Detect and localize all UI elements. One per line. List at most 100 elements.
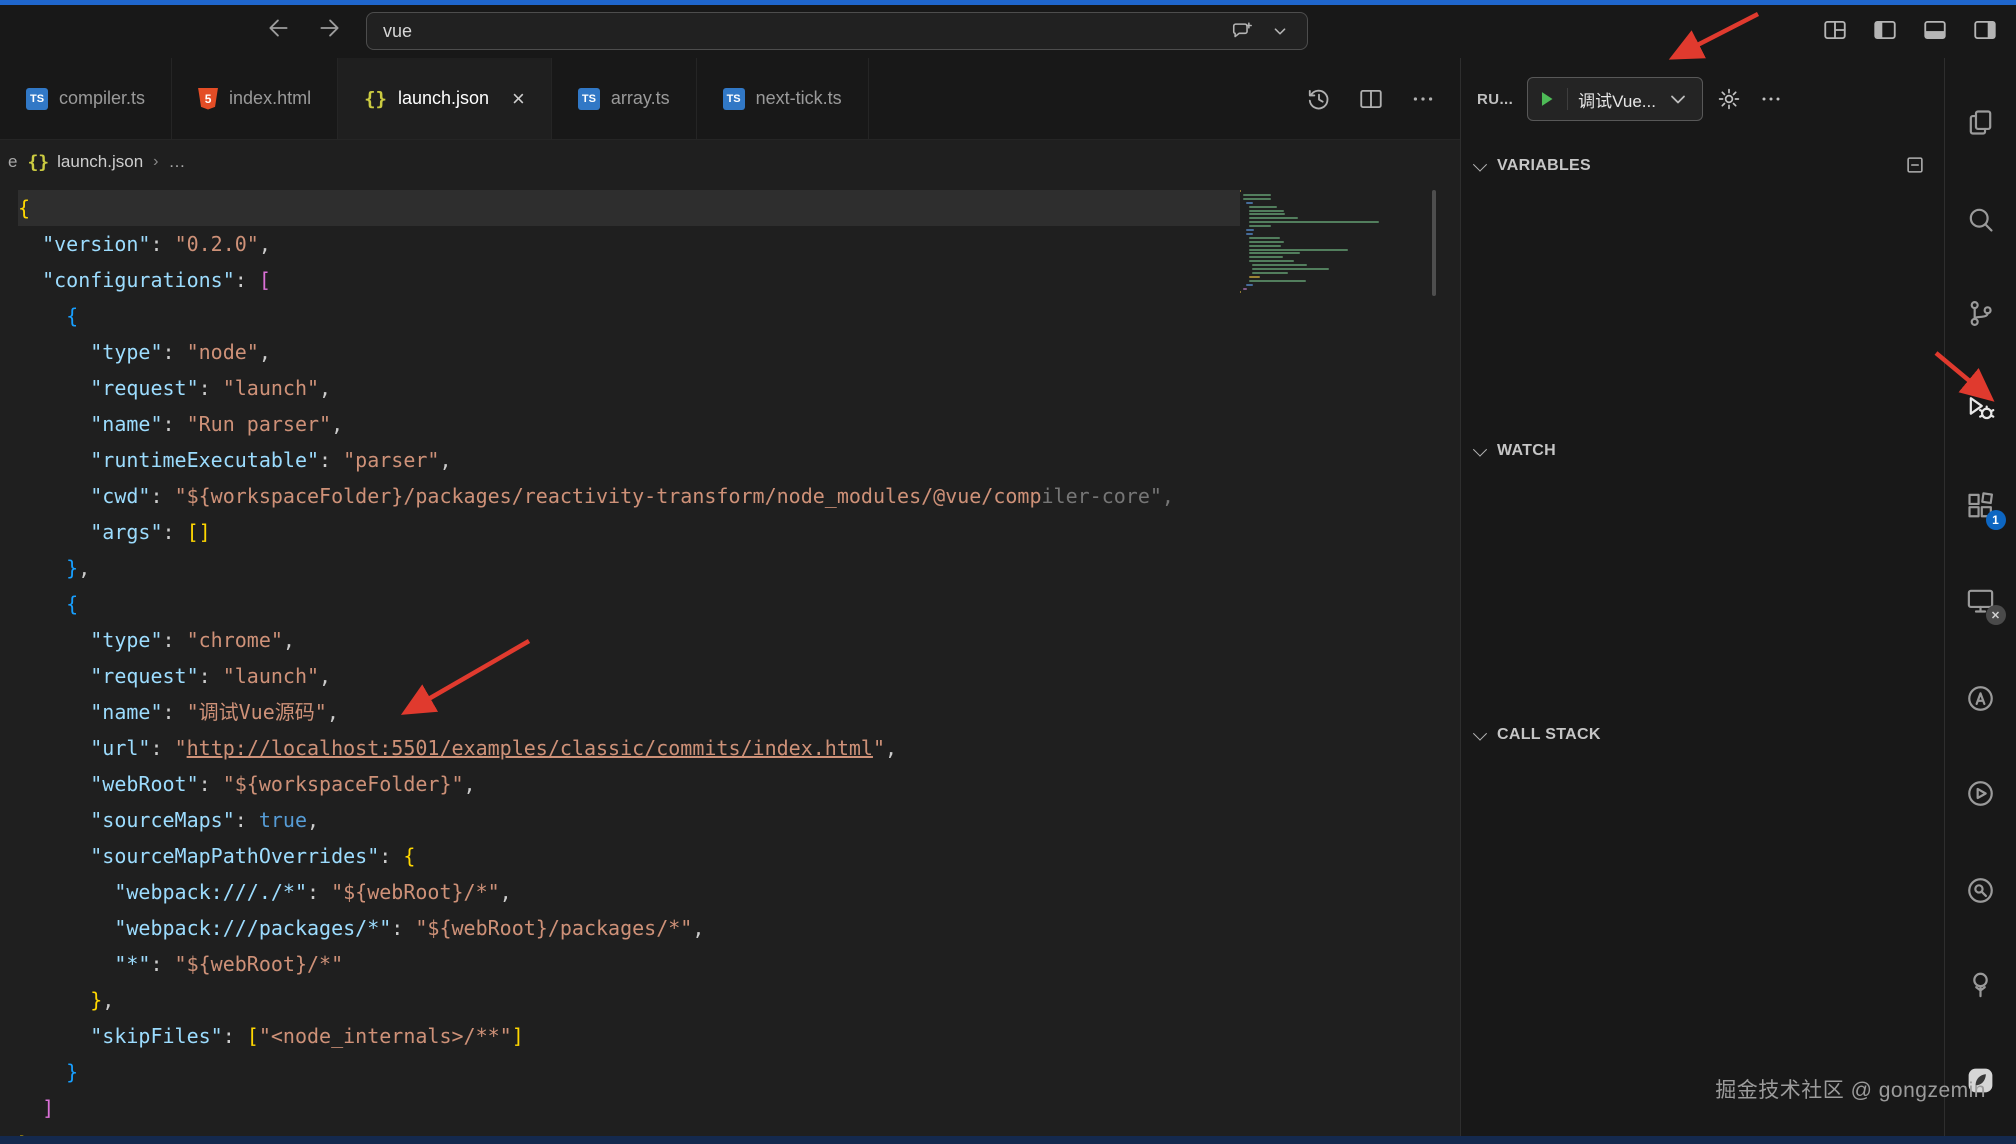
more-icon[interactable]: [1759, 87, 1783, 111]
arrow-back-icon[interactable]: [266, 15, 292, 41]
minimap-line: [1240, 291, 1241, 293]
tab-index.html[interactable]: 5index.html: [172, 58, 338, 139]
main-area: TScompiler.ts5index.html{}launch.json×TS…: [0, 58, 2016, 1144]
json-file-icon: {}: [27, 152, 49, 173]
close-icon[interactable]: ×: [512, 88, 525, 110]
search-input[interactable]: vue: [366, 12, 1308, 50]
activity-ext-circle-search[interactable]: [1958, 867, 2004, 913]
minimap-line: [1243, 198, 1271, 200]
minimap-line: [1252, 264, 1307, 266]
layout-grid-icon[interactable]: [1822, 17, 1848, 43]
toggle-sidebar-right-icon[interactable]: [1972, 17, 1998, 43]
collapse-all-icon[interactable]: [1904, 154, 1926, 181]
activity-search[interactable]: [1958, 196, 2004, 242]
tab-next-tick.ts[interactable]: TSnext-tick.ts: [697, 58, 869, 139]
activity-ext-circle-run[interactable]: [1958, 770, 2004, 816]
code-line-3: "configurations": [: [18, 262, 1240, 298]
tab-label: index.html: [229, 88, 311, 109]
minimap-line: [1252, 268, 1329, 270]
layout-controls: [1822, 17, 1998, 43]
code-line-17: "webRoot": "${workspaceFolder}",: [18, 766, 1240, 802]
tab-array.ts[interactable]: TSarray.ts: [552, 58, 697, 139]
code-line-11: },: [18, 550, 1240, 586]
activity-bar: 1✕: [1944, 58, 2016, 1144]
toggle-panel-icon[interactable]: [1922, 17, 1948, 43]
chat-icon[interactable]: [1231, 20, 1253, 42]
code-line-19: "sourceMapPathOverrides": {: [18, 838, 1240, 874]
debug-toolbar-icons: [1717, 87, 1783, 111]
chevron-down-icon[interactable]: [1269, 20, 1291, 42]
settings-gear-icon[interactable]: [1717, 87, 1741, 111]
code-line-4: {: [18, 298, 1240, 334]
activity-run-and-debug[interactable]: [1958, 385, 2004, 431]
code-line-8: "runtimeExecutable": "parser",: [18, 442, 1240, 478]
code-line-23: },: [18, 982, 1240, 1018]
arrow-forward-icon[interactable]: [316, 15, 342, 41]
breadcrumb: e {} launch.json › …: [0, 140, 1460, 184]
minimap-line: [1246, 229, 1254, 231]
ts-file-icon: TS: [26, 88, 48, 110]
activity-extensions[interactable]: 1: [1958, 482, 2004, 528]
minimap-line: [1249, 217, 1298, 219]
minimap-line: [1240, 190, 1241, 192]
minimap-line: [1249, 245, 1281, 247]
tab-launch.json[interactable]: {}launch.json×: [338, 58, 552, 139]
start-debug-button[interactable]: [1536, 88, 1568, 110]
more-icon[interactable]: [1410, 86, 1436, 112]
section-call-stack[interactable]: CALL STACK: [1461, 717, 1944, 753]
activity-explorer[interactable]: [1958, 99, 2004, 145]
minimap-line: [1249, 221, 1379, 223]
code-line-16: "url": "http://localhost:5501/examples/c…: [18, 730, 1240, 766]
activity-source-control[interactable]: [1958, 290, 2004, 336]
section-variables[interactable]: VARIABLES: [1461, 148, 1944, 184]
split-editor-icon[interactable]: [1358, 86, 1384, 112]
minimap-line: [1249, 237, 1280, 239]
chevron-down-icon: [1473, 443, 1487, 457]
ts-file-icon: TS: [578, 88, 600, 110]
minimap-line: [1249, 249, 1348, 251]
section-watch[interactable]: WATCH: [1461, 433, 1944, 469]
history-icon[interactable]: [1306, 86, 1332, 112]
breadcrumb-folder[interactable]: e: [8, 152, 17, 172]
debug-config-dropdown[interactable]: 调试Vue...: [1527, 77, 1703, 121]
code-area[interactable]: { "version": "0.2.0", "configurations": …: [18, 190, 1240, 1144]
section-label: WATCH: [1497, 442, 1556, 460]
tab-compiler.ts[interactable]: TScompiler.ts: [0, 58, 172, 139]
minimap-line: [1246, 202, 1253, 204]
code-line-24: "skipFiles": ["<node_internals>/**"]: [18, 1018, 1240, 1054]
minimap-line: [1249, 252, 1300, 254]
code-line-18: "sourceMaps": true,: [18, 802, 1240, 838]
chevron-down-icon: [1473, 727, 1487, 741]
activity-ext-tree[interactable]: [1958, 961, 2004, 1007]
code-line-5: "type": "node",: [18, 334, 1240, 370]
code-editor[interactable]: { "version": "0.2.0", "configurations": …: [0, 184, 1460, 1144]
minimap-line: [1246, 233, 1253, 235]
breadcrumb-symbol[interactable]: …: [169, 152, 186, 172]
code-line-14: "request": "launch",: [18, 658, 1240, 694]
breadcrumb-file[interactable]: {} launch.json: [27, 152, 143, 173]
code-line-12: {: [18, 586, 1240, 622]
bottom-strip: [0, 1136, 2016, 1144]
minimap-line: [1249, 256, 1283, 258]
code-line-9: "cwd": "${workspaceFolder}/packages/reac…: [18, 478, 1240, 514]
command-center-icons: [1231, 20, 1291, 42]
section-label: VARIABLES: [1497, 157, 1591, 175]
vscode-window: vue TScompiler.ts5index.html{}launch.jso…: [0, 0, 2016, 1144]
toggle-sidebar-left-icon[interactable]: [1872, 17, 1898, 43]
activity-ext-circle-a[interactable]: [1958, 675, 2004, 721]
ts-file-icon: TS: [723, 88, 745, 110]
debug-config-label: 调试Vue...: [1578, 87, 1656, 112]
nav-arrows: [266, 15, 342, 41]
panel-title: RU...: [1477, 91, 1513, 108]
play-icon: [1536, 88, 1558, 110]
minimap-slider[interactable]: [1432, 190, 1436, 296]
tab-bar: TScompiler.ts5index.html{}launch.json×TS…: [0, 58, 1460, 140]
chevron-down-icon: [1666, 87, 1690, 111]
json-file-icon: {}: [364, 88, 387, 110]
activity-remote-explorer[interactable]: ✕: [1958, 577, 2004, 623]
title-bar: vue: [0, 5, 2016, 58]
code-line-22: "*": "${webRoot}/*": [18, 946, 1240, 982]
minimap-line: [1249, 225, 1271, 227]
code-line-20: "webpack:///./*": "${webRoot}/*",: [18, 874, 1240, 910]
minimap[interactable]: [1236, 190, 1398, 320]
